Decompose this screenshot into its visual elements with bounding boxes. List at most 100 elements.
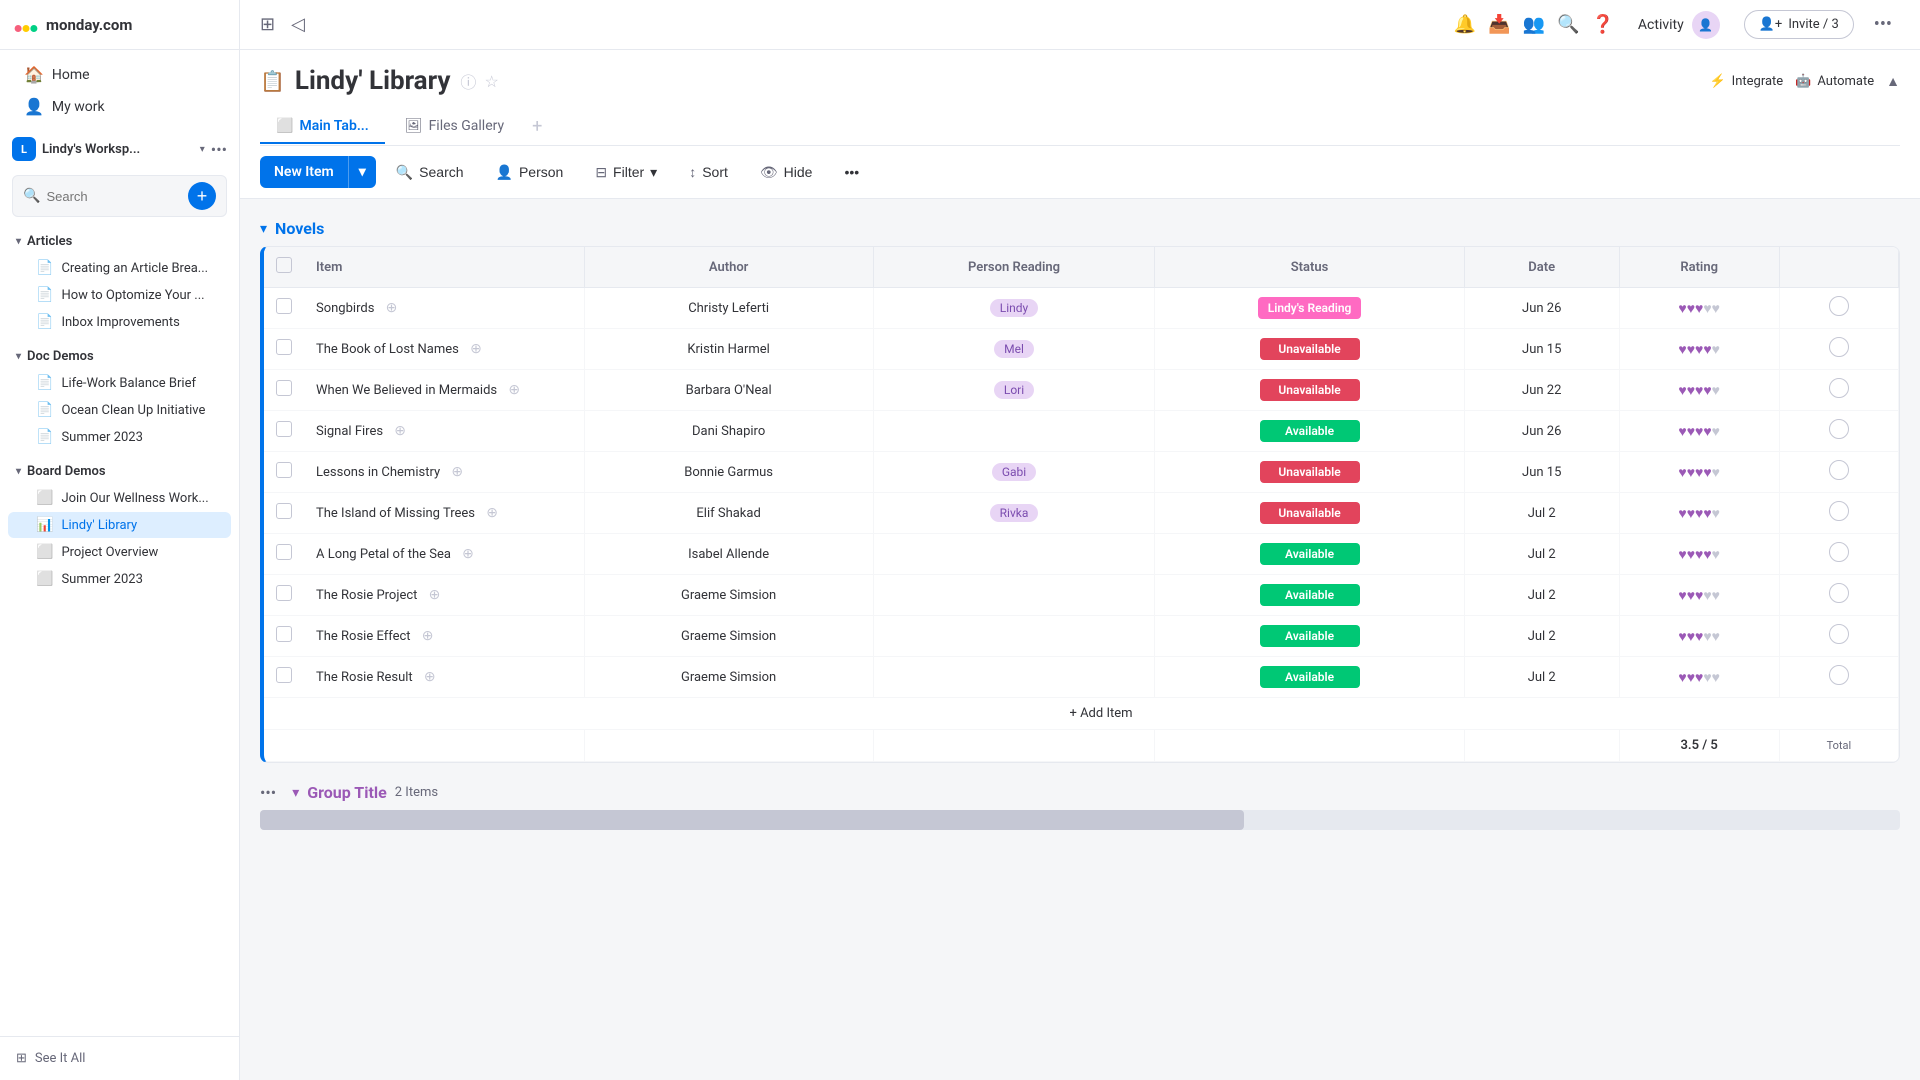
section-doc-demos-title[interactable]: ▾ Doc Demos <box>0 344 239 369</box>
tab-main[interactable]: ⬜ Main Tab... <box>260 110 385 144</box>
circle-btn[interactable] <box>1829 542 1849 562</box>
rating-5[interactable]: ♥♥♥♥♥ <box>1619 493 1779 534</box>
item-add-icon[interactable]: ⊕ <box>470 341 482 357</box>
rating-1[interactable]: ♥♥♥♥♥ <box>1619 329 1779 370</box>
sidebar-item-wellness[interactable]: ⬜ Join Our Wellness Work... <box>8 485 231 511</box>
board-info-icon[interactable]: ⓘ <box>460 69 476 93</box>
tab-files-gallery[interactable]: 🖼 Files Gallery <box>389 110 520 144</box>
rating-6[interactable]: ♥♥♥♥♥ <box>1619 534 1779 575</box>
board-header-collapse-icon[interactable]: ▲ <box>1886 73 1900 90</box>
tab-add-icon[interactable]: + <box>524 108 550 145</box>
row-checkbox-3[interactable] <box>264 411 304 452</box>
apps-icon[interactable]: ⊞ <box>260 14 275 35</box>
status-8[interactable]: Available <box>1155 616 1464 657</box>
sidebar-item-summer2023-board[interactable]: ⬜ Summer 2023 <box>8 566 231 592</box>
item-add-icon[interactable]: ⊕ <box>508 382 520 398</box>
status-4[interactable]: Unavailable <box>1155 452 1464 493</box>
rating-4[interactable]: ♥♥♥♥♥ <box>1619 452 1779 493</box>
circle-btn[interactable] <box>1829 419 1849 439</box>
circle-btn[interactable] <box>1829 624 1849 644</box>
sidebar-item-summer2023-doc[interactable]: 📄 Summer 2023 <box>8 424 231 450</box>
sidebar-item-lindy-library[interactable]: 📊 Lindy' Library <box>8 512 231 538</box>
collapse-sidebar-icon[interactable]: ◁ <box>291 14 305 35</box>
circle-btn[interactable] <box>1829 296 1849 316</box>
group2-arrow-icon[interactable]: ▾ <box>292 785 299 801</box>
row-checkbox[interactable] <box>276 585 292 601</box>
row-checkbox[interactable] <box>276 626 292 642</box>
see-all-button[interactable]: ⊞ See It All <box>0 1045 239 1072</box>
activity-button[interactable]: Activity 👤 <box>1626 5 1732 45</box>
sidebar-item-lifework[interactable]: 📄 Life-Work Balance Brief <box>8 370 231 396</box>
sidebar-item-ocean[interactable]: 📄 Ocean Clean Up Initiative <box>8 397 231 423</box>
sort-button[interactable]: ↕ Sort <box>677 158 740 186</box>
group2-more-icon[interactable]: ••• <box>260 783 276 802</box>
row-checkbox[interactable] <box>276 339 292 355</box>
status-9[interactable]: Available <box>1155 657 1464 698</box>
people-icon[interactable]: 👥 <box>1523 14 1545 35</box>
more-options-button[interactable]: ••• <box>832 158 871 186</box>
integrate-button[interactable]: ⚡ Integrate <box>1709 74 1783 89</box>
hide-button[interactable]: 👁 Hide <box>748 158 825 187</box>
add-item-button[interactable]: + Add Item <box>304 698 1899 730</box>
filter-button[interactable]: ⊟ Filter ▾ <box>583 158 669 187</box>
rating-3[interactable]: ♥♥♥♥♥ <box>1619 411 1779 452</box>
row-checkbox[interactable] <box>276 544 292 560</box>
circle-btn[interactable] <box>1829 460 1849 480</box>
novels-group-title[interactable]: Novels <box>275 219 324 238</box>
row-checkbox-6[interactable] <box>264 534 304 575</box>
new-item-dropdown-icon[interactable]: ▾ <box>348 156 376 188</box>
search-button[interactable]: 🔍 Search <box>384 158 476 187</box>
item-add-icon[interactable]: ⊕ <box>429 587 441 603</box>
status-0[interactable]: Lindy's Reading <box>1155 288 1464 329</box>
sidebar-search-input[interactable] <box>46 189 182 204</box>
board-star-icon[interactable]: ☆ <box>484 72 498 91</box>
status-1[interactable]: Unavailable <box>1155 329 1464 370</box>
section-articles-title[interactable]: ▾ Articles <box>0 229 239 254</box>
sidebar-item-project-overview[interactable]: ⬜ Project Overview <box>8 539 231 565</box>
sidebar-item-creating[interactable]: 📄 Creating an Article Brea... <box>8 255 231 281</box>
row-checkbox-0[interactable] <box>264 288 304 329</box>
circle-btn[interactable] <box>1829 378 1849 398</box>
bell-icon[interactable]: 🔔 <box>1454 14 1476 35</box>
row-checkbox-1[interactable] <box>264 329 304 370</box>
help-icon[interactable]: ❓ <box>1591 14 1613 35</box>
circle-btn[interactable] <box>1829 501 1849 521</box>
row-checkbox-8[interactable] <box>264 616 304 657</box>
circle-btn[interactable] <box>1829 337 1849 357</box>
row-checkbox-7[interactable] <box>264 575 304 616</box>
horizontal-scrollbar[interactable] <box>260 810 1900 830</box>
status-5[interactable]: Unavailable <box>1155 493 1464 534</box>
invite-button[interactable]: 👤+ Invite / 3 <box>1744 10 1854 39</box>
novels-group-arrow-icon[interactable]: ▾ <box>260 221 267 237</box>
item-add-icon[interactable]: ⊕ <box>486 505 498 521</box>
circle-btn[interactable] <box>1829 665 1849 685</box>
rating-8[interactable]: ♥♥♥♥♥ <box>1619 616 1779 657</box>
add-new-button[interactable]: + <box>188 182 216 210</box>
status-7[interactable]: Available <box>1155 575 1464 616</box>
row-checkbox[interactable] <box>276 503 292 519</box>
row-checkbox[interactable] <box>276 380 292 396</box>
status-6[interactable]: Available <box>1155 534 1464 575</box>
workspace-chevron-icon[interactable]: ▾ <box>200 144 205 155</box>
item-add-icon[interactable]: ⊕ <box>386 300 398 316</box>
row-checkbox[interactable] <box>276 462 292 478</box>
search-icon[interactable]: 🔍 <box>1557 14 1579 35</box>
row-checkbox[interactable] <box>276 298 292 314</box>
group2-title[interactable]: Group Title <box>307 783 387 802</box>
topbar-more-icon[interactable]: ••• <box>1866 10 1900 39</box>
circle-btn[interactable] <box>1829 583 1849 603</box>
select-all-checkbox[interactable] <box>276 257 292 273</box>
inbox-icon[interactable]: 📥 <box>1488 14 1510 35</box>
item-add-icon[interactable]: ⊕ <box>394 423 406 439</box>
item-add-icon[interactable]: ⊕ <box>424 669 436 685</box>
workspace-name[interactable]: Lindy's Worksp... <box>42 142 194 157</box>
new-item-button[interactable]: New Item ▾ <box>260 156 376 188</box>
sidebar-item-optimize[interactable]: 📄 How to Optomize Your ... <box>8 282 231 308</box>
item-add-icon[interactable]: ⊕ <box>422 628 434 644</box>
rating-2[interactable]: ♥♥♥♥♥ <box>1619 370 1779 411</box>
row-checkbox-4[interactable] <box>264 452 304 493</box>
status-2[interactable]: Unavailable <box>1155 370 1464 411</box>
status-3[interactable]: Available <box>1155 411 1464 452</box>
section-board-demos-title[interactable]: ▾ Board Demos <box>0 459 239 484</box>
item-add-icon[interactable]: ⊕ <box>462 546 474 562</box>
